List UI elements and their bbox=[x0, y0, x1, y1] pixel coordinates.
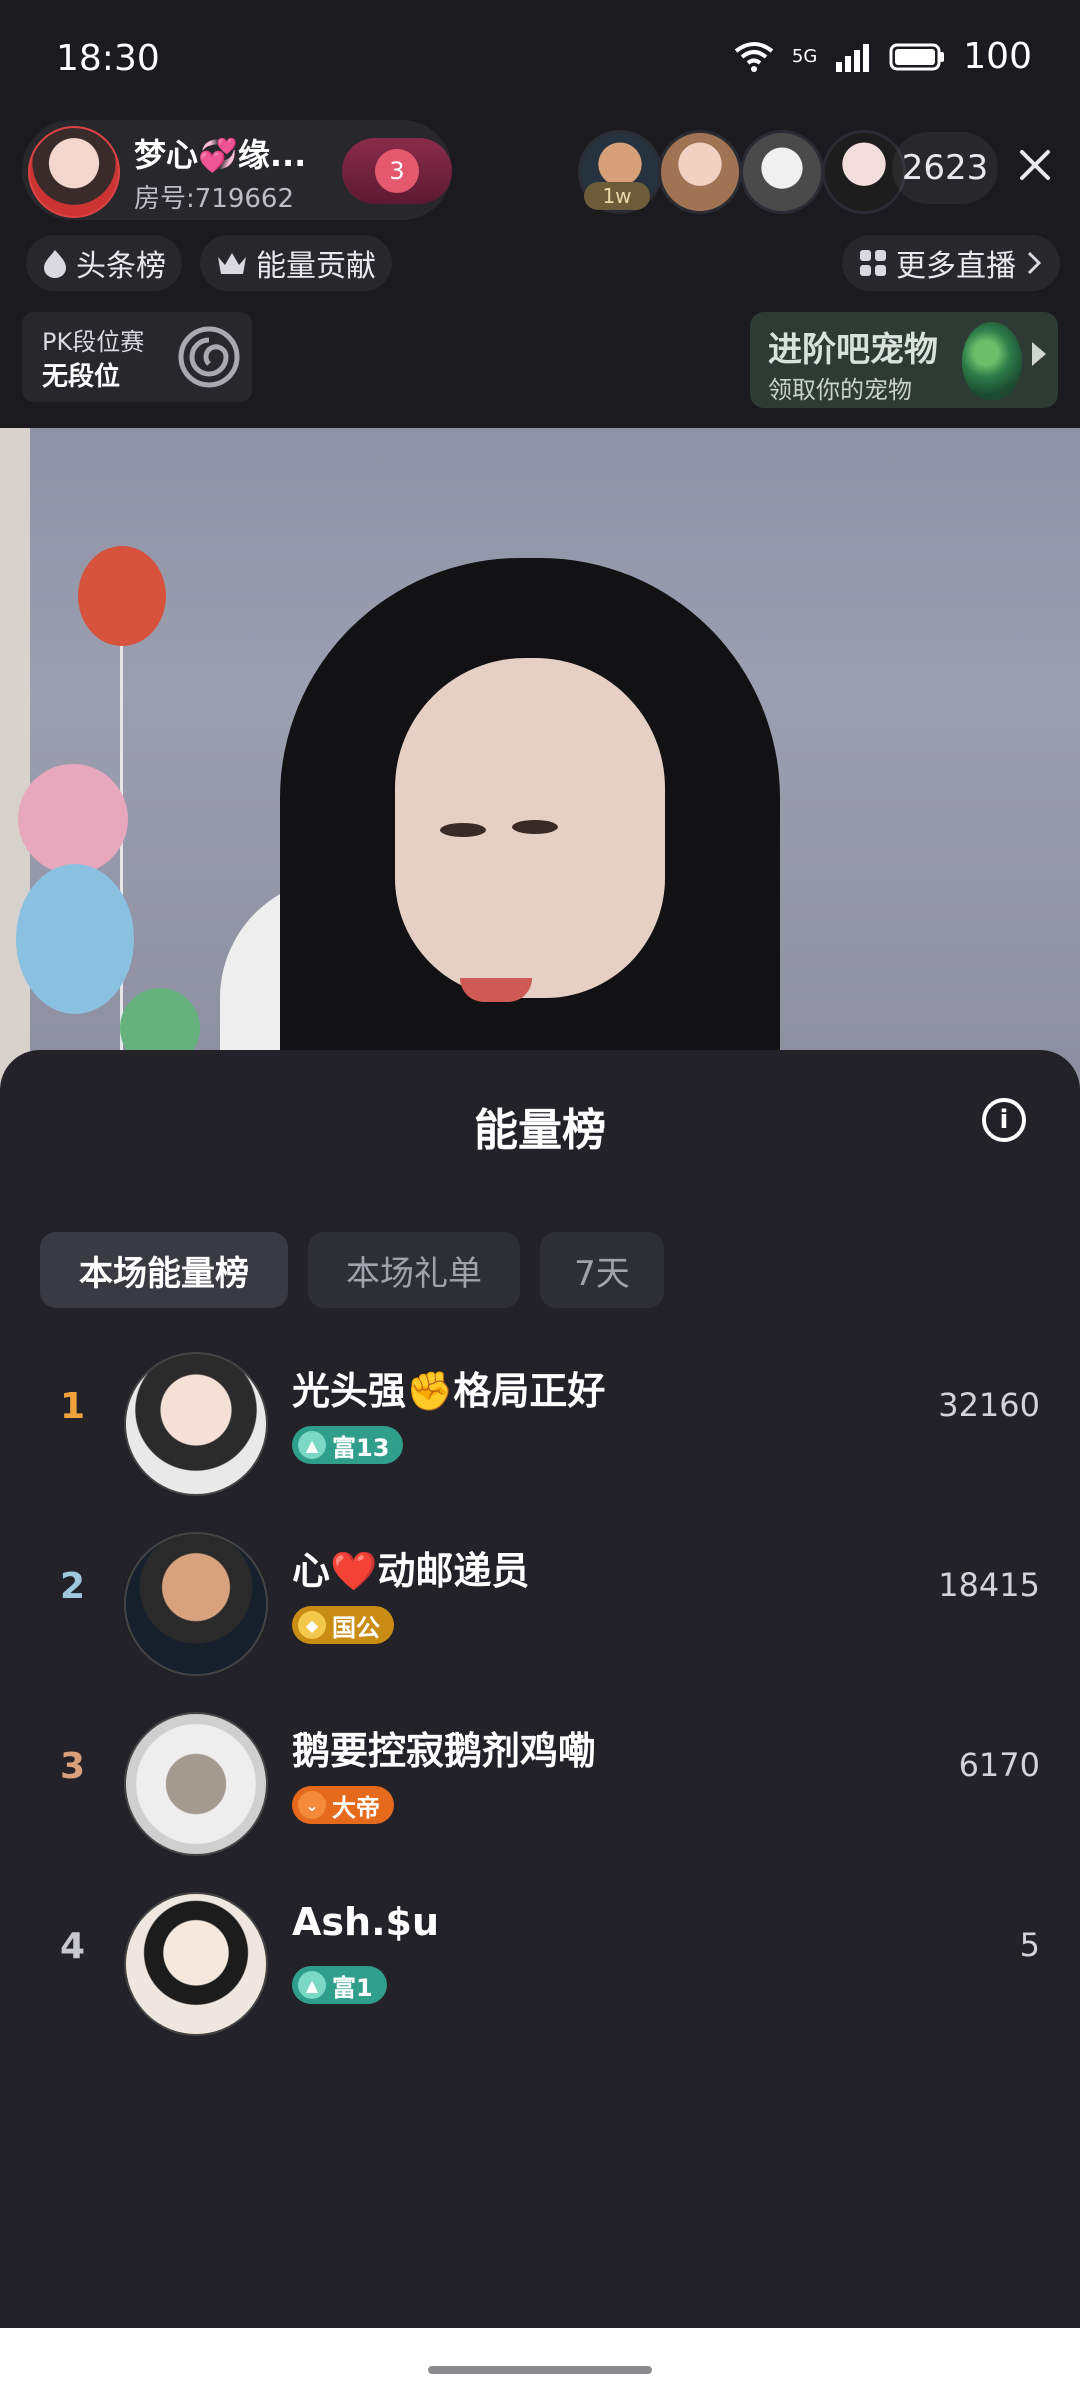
user-avatar[interactable] bbox=[124, 1712, 268, 1856]
signal-icon bbox=[836, 43, 870, 72]
rank-row[interactable]: 2 心❤️动邮递员 ◆ 国公 18415 bbox=[0, 1518, 1080, 1678]
home-indicator[interactable] bbox=[428, 2366, 652, 2374]
close-button[interactable] bbox=[1010, 140, 1060, 190]
fan-level: 3 bbox=[375, 149, 419, 193]
pk-rank: 无段位 bbox=[42, 362, 121, 392]
energy-contribution-label: 能量贡献 bbox=[256, 249, 376, 284]
swirl-icon bbox=[178, 326, 240, 388]
user-avatar[interactable] bbox=[124, 1352, 268, 1496]
pet-promo-card[interactable]: 进阶吧宠物 领取你的宠物 bbox=[750, 312, 1058, 408]
pk-rank-card[interactable]: PK段位赛 无段位 bbox=[22, 312, 252, 402]
rank-row[interactable]: 1 光头强✊格局正好 ▲ 富13 32160 bbox=[0, 1338, 1080, 1498]
diamond-icon: ▲ bbox=[298, 1431, 326, 1459]
pet-subtitle: 领取你的宠物 bbox=[768, 376, 912, 404]
pet-title: 进阶吧宠物 bbox=[768, 330, 938, 370]
headline-rank-button[interactable]: 头条榜 bbox=[26, 235, 182, 291]
energy-score: 18415 bbox=[938, 1566, 1040, 1604]
system-nav-bar bbox=[0, 2328, 1080, 2400]
balloon bbox=[16, 864, 134, 1014]
user-avatar[interactable] bbox=[124, 1532, 268, 1676]
badge-label: 富1 bbox=[332, 1973, 373, 2002]
user-name: Ash.$u bbox=[292, 1900, 440, 1944]
room-header: 梦心💞缘... 房号:719662 3 1w 2623 头条榜 能量贡献 更多直… bbox=[0, 120, 1080, 420]
badge-label: 大帝 bbox=[332, 1793, 380, 1822]
user-name: 鹅要控寂鹅剂鸡嘞 bbox=[292, 1729, 597, 1773]
tab-7-days[interactable]: 7天 bbox=[540, 1232, 664, 1308]
rank-row[interactable]: 3 鹅要控寂鹅剂鸡嘞 ⌄ 大帝 6170 bbox=[0, 1698, 1080, 1858]
crest-icon: ⌄ bbox=[298, 1791, 326, 1819]
egg-icon bbox=[962, 322, 1022, 400]
viewer-count[interactable]: 2623 bbox=[892, 132, 998, 204]
battery-icon bbox=[889, 43, 945, 70]
balloon bbox=[18, 764, 128, 874]
video-background bbox=[0, 428, 30, 1088]
battery-level: 100 bbox=[963, 36, 1032, 77]
info-icon: i bbox=[999, 1105, 1009, 1135]
energy-score: 32160 bbox=[938, 1386, 1040, 1424]
rank-number: 1 bbox=[60, 1386, 86, 1427]
energy-score: 5 bbox=[1019, 1926, 1040, 1964]
viewer-avatar[interactable] bbox=[740, 130, 824, 214]
noble-badge: ⌄ 大帝 bbox=[292, 1786, 394, 1824]
medal-icon: ◆ bbox=[298, 1611, 326, 1639]
status-icons: 5G 100 bbox=[734, 36, 1032, 77]
user-name: 光头强✊格局正好 bbox=[292, 1369, 606, 1413]
diamond-icon: ▲ bbox=[298, 1971, 326, 1999]
rank-number: 4 bbox=[60, 1926, 86, 1967]
grid-icon bbox=[860, 250, 886, 276]
crown-icon bbox=[218, 253, 246, 274]
wifi-icon bbox=[734, 41, 774, 72]
fan-club-badge[interactable]: 3 bbox=[342, 138, 452, 204]
chevron-right-icon bbox=[1027, 251, 1042, 275]
energy-score: 6170 bbox=[958, 1746, 1040, 1784]
energy-rank-sheet: 能量榜 i 本场能量榜 本场礼单 7天 bbox=[0, 1050, 1080, 2328]
pk-title: PK段位赛 bbox=[42, 328, 145, 356]
host-name: 梦心💞缘... bbox=[134, 136, 307, 174]
badge-label: 富13 bbox=[332, 1433, 390, 1462]
level-badge: ▲ 富13 bbox=[292, 1426, 404, 1464]
close-icon bbox=[1020, 150, 1050, 180]
status-bar: 18:30 5G 100 bbox=[0, 0, 1080, 120]
more-live-label: 更多直播 bbox=[896, 249, 1016, 284]
streamer-eye bbox=[440, 823, 486, 837]
info-button[interactable]: i bbox=[982, 1098, 1026, 1142]
energy-contribution-button[interactable]: 能量贡献 bbox=[200, 235, 392, 291]
host-info[interactable]: 梦心💞缘... 房号:719662 3 bbox=[22, 120, 452, 220]
viewer-avatar[interactable] bbox=[658, 130, 742, 214]
flame-icon bbox=[44, 250, 66, 278]
badge-label: 国公 bbox=[332, 1613, 380, 1642]
tab-current-energy[interactable]: 本场能量榜 bbox=[40, 1232, 288, 1308]
tab-current-gifts[interactable]: 本场礼单 bbox=[308, 1232, 520, 1308]
balloon-string bbox=[120, 643, 123, 1063]
live-video[interactable] bbox=[0, 428, 1080, 1088]
user-name: 心❤️动邮递员 bbox=[292, 1549, 530, 1593]
user-avatar[interactable] bbox=[124, 1892, 268, 2036]
room-id: 房号:719662 bbox=[134, 184, 295, 214]
more-live-button[interactable]: 更多直播 bbox=[842, 235, 1060, 291]
host-avatar[interactable] bbox=[28, 126, 120, 218]
viewer-contribution-tag: 1w bbox=[584, 182, 650, 210]
sheet-title: 能量榜 bbox=[474, 1105, 606, 1156]
rank-number: 3 bbox=[60, 1746, 86, 1787]
network-type: 5G bbox=[791, 46, 818, 67]
play-arrow-icon bbox=[1032, 342, 1046, 366]
level-badge: ▲ 富1 bbox=[292, 1966, 387, 2004]
status-time: 18:30 bbox=[56, 38, 160, 79]
rank-number: 2 bbox=[60, 1566, 86, 1607]
noble-badge: ◆ 国公 bbox=[292, 1606, 394, 1644]
rank-row[interactable]: 4 Ash.$u ▲ 富1 5 bbox=[0, 1878, 1080, 2038]
streamer-eye bbox=[512, 820, 558, 834]
balloon bbox=[78, 546, 166, 646]
headline-rank-label: 头条榜 bbox=[76, 249, 166, 284]
